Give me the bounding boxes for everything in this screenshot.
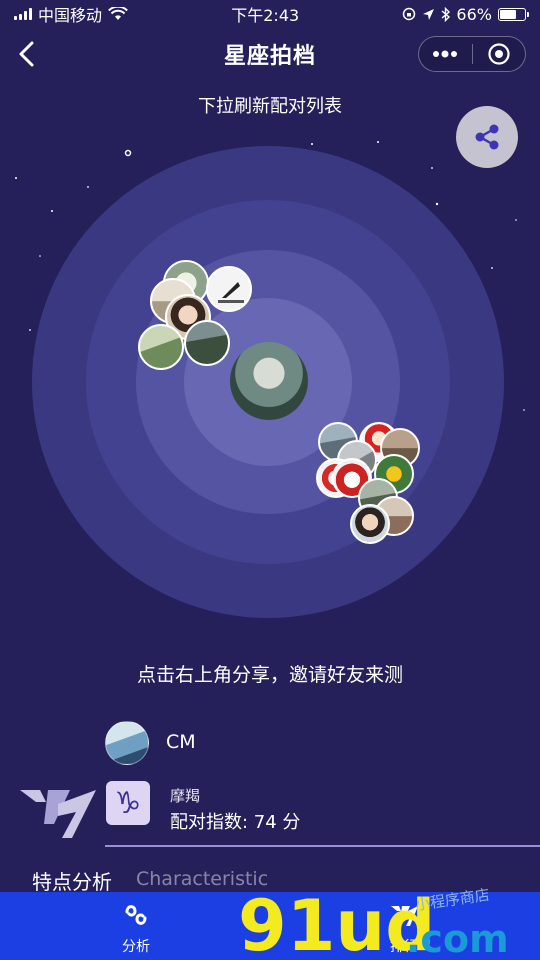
match-score: 配对指数: 74 分 [170, 812, 301, 833]
share-icon [475, 124, 499, 150]
signal-icon [14, 8, 32, 20]
match-name: CM [166, 731, 196, 753]
rotation-lock-icon [403, 7, 416, 21]
tab-analysis-label: 分析 [122, 939, 150, 955]
location-icon [423, 8, 435, 20]
more-options-icon[interactable] [419, 37, 472, 71]
capricorn-icon: ♑ [114, 785, 142, 821]
back-arrow-icon[interactable] [14, 40, 42, 68]
tab-analysis[interactable]: 分析 [86, 892, 186, 960]
my-avatar[interactable] [230, 342, 308, 420]
wifi-icon [108, 7, 128, 20]
friend-avatar[interactable] [184, 320, 230, 366]
section-subtitle: Characteristic [136, 868, 269, 890]
battery-level-fill [499, 9, 516, 19]
carrier-label: 中国移动 [38, 6, 103, 25]
page-title: 星座拍档 [223, 44, 316, 69]
watermark-suffix: .com [406, 917, 509, 960]
aries-symbol-icon [125, 905, 147, 925]
section-title: 特点分析 [32, 870, 112, 894]
brand-logo-icon [20, 790, 96, 838]
zodiac-sign-badge: ♑ [106, 781, 150, 825]
share-button[interactable] [456, 106, 518, 168]
section-divider [105, 845, 540, 847]
starfield-background [15, 141, 525, 431]
status-bar: 中国移动 下午2:43 66% [0, 0, 540, 28]
match-avatar[interactable] [105, 721, 149, 765]
clock-label: 下午2:43 [231, 6, 300, 25]
battery-percent: 66% [456, 4, 492, 24]
close-miniprogram-icon[interactable] [473, 37, 526, 71]
miniprogram-capsule [418, 36, 526, 72]
site-watermark: 91ud .com 小程序商店 [238, 888, 509, 960]
navigation-bar: 星座拍档 [0, 28, 540, 80]
invite-tip: 点击右上角分享，邀请好友来测 [136, 664, 403, 686]
status-left: 中国移动 [14, 2, 128, 26]
friend-avatar[interactable] [138, 324, 184, 370]
friend-avatar[interactable] [206, 266, 252, 312]
battery-icon [497, 7, 529, 21]
bluetooth-icon [441, 6, 451, 22]
friend-avatar[interactable] [350, 504, 390, 544]
status-right: 66% [402, 4, 529, 24]
zodiac-sign-name: 摩羯 [170, 787, 201, 805]
